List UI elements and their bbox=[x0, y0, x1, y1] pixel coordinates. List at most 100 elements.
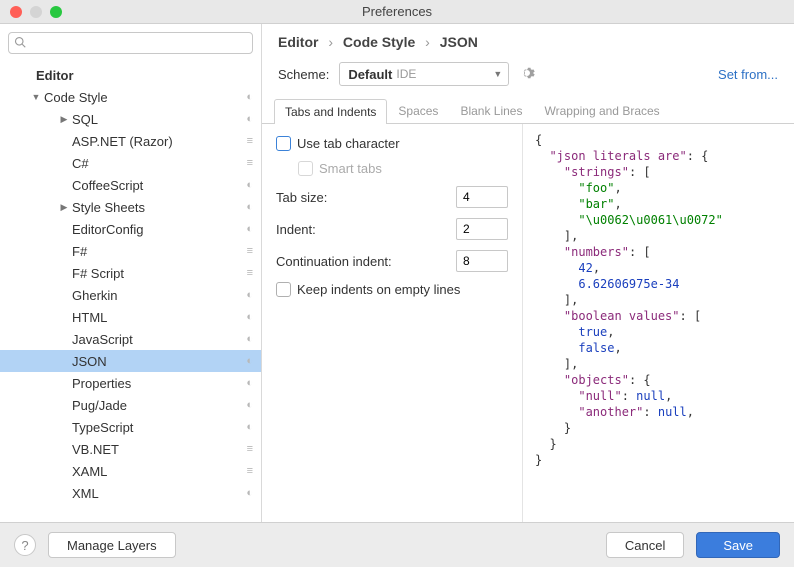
tree-item-label: CoffeeScript bbox=[72, 178, 246, 193]
tree-item[interactable]: ▶JavaScript◐ bbox=[0, 328, 261, 350]
scope-marker-icon: ≡ bbox=[247, 443, 253, 455]
tree-item-label: ASP.NET (Razor) bbox=[72, 134, 247, 149]
tree-item[interactable]: ▶C#≡ bbox=[0, 152, 261, 174]
scheme-select[interactable]: Default IDE ▼ bbox=[339, 62, 509, 86]
tree-item[interactable]: ▶ASP.NET (Razor)≡ bbox=[0, 130, 261, 152]
search-icon bbox=[14, 36, 26, 51]
breadcrumb: Editor › Code Style › JSON bbox=[262, 24, 794, 58]
tree-item[interactable]: ▶Gherkin◐ bbox=[0, 284, 261, 306]
tree-item[interactable]: ▶Pug/Jade◐ bbox=[0, 394, 261, 416]
tab[interactable]: Tabs and Indents bbox=[274, 99, 387, 124]
save-button[interactable]: Save bbox=[696, 532, 780, 558]
scope-marker-icon: ◐ bbox=[246, 223, 253, 235]
tree-item-label: Gherkin bbox=[72, 288, 246, 303]
chevron-right-icon: ▶ bbox=[58, 202, 70, 213]
tab[interactable]: Blank Lines bbox=[449, 98, 533, 123]
chevron-right-icon: ▶ bbox=[58, 114, 70, 125]
chevron-down-icon: ▼ bbox=[30, 92, 42, 102]
tree-item-label: Editor bbox=[36, 68, 253, 83]
smart-tabs-checkbox bbox=[298, 161, 313, 176]
scheme-value: Default bbox=[348, 67, 392, 82]
scope-marker-icon: ◐ bbox=[246, 179, 253, 191]
tab[interactable]: Spaces bbox=[387, 98, 449, 123]
tree-item-label: Style Sheets bbox=[72, 200, 246, 215]
scope-marker-icon: ◐ bbox=[246, 355, 253, 367]
scope-marker-icon: ≡ bbox=[247, 157, 253, 169]
scope-marker-icon: ◐ bbox=[246, 311, 253, 323]
tree-item-label: C# bbox=[72, 156, 247, 171]
continuation-input[interactable] bbox=[456, 250, 508, 272]
tree-item-label: Properties bbox=[72, 376, 246, 391]
code-preview: { "json literals are": { "strings": [ "f… bbox=[522, 124, 794, 522]
scope-marker-icon: ◐ bbox=[246, 113, 253, 125]
chevron-down-icon: ▼ bbox=[493, 69, 502, 79]
tree-item[interactable]: ▶CoffeeScript◐ bbox=[0, 174, 261, 196]
continuation-label: Continuation indent: bbox=[276, 254, 392, 269]
tree-item[interactable]: ▶SQL◐ bbox=[0, 108, 261, 130]
scope-marker-icon: ≡ bbox=[247, 245, 253, 257]
tree-item[interactable]: ▶EditorConfig◐ bbox=[0, 218, 261, 240]
tree-item[interactable]: ▶VB.NET≡ bbox=[0, 438, 261, 460]
scheme-label: Scheme: bbox=[278, 67, 329, 82]
keep-indents-label: Keep indents on empty lines bbox=[297, 282, 460, 297]
tree-item[interactable]: ▶HTML◐ bbox=[0, 306, 261, 328]
tab-size-input[interactable] bbox=[456, 186, 508, 208]
help-button[interactable]: ? bbox=[14, 534, 36, 556]
tree-item-label: F# bbox=[72, 244, 247, 259]
tab[interactable]: Wrapping and Braces bbox=[533, 98, 670, 123]
scope-marker-icon: ◐ bbox=[246, 333, 253, 345]
window-controls bbox=[10, 6, 62, 18]
titlebar: Preferences bbox=[0, 0, 794, 24]
manage-layers-button[interactable]: Manage Layers bbox=[48, 532, 176, 558]
minimize-window-icon[interactable] bbox=[30, 6, 42, 18]
scheme-suffix: IDE bbox=[396, 67, 416, 81]
scope-marker-icon: ◐ bbox=[246, 421, 253, 433]
tree-item[interactable]: ▶Editor bbox=[0, 64, 261, 86]
tree-item[interactable]: ▶TypeScript◐ bbox=[0, 416, 261, 438]
smart-tabs-label: Smart tabs bbox=[319, 161, 382, 176]
gear-icon[interactable] bbox=[519, 65, 535, 84]
indent-input[interactable] bbox=[456, 218, 508, 240]
settings-tree: ▶Editor▼Code Style◐▶SQL◐▶ASP.NET (Razor)… bbox=[0, 62, 261, 522]
tree-item-label: HTML bbox=[72, 310, 246, 325]
tree-item[interactable]: ▶JSON◐ bbox=[0, 350, 261, 372]
tree-item[interactable]: ▶F# Script≡ bbox=[0, 262, 261, 284]
tree-item[interactable]: ▶F#≡ bbox=[0, 240, 261, 262]
scope-marker-icon: ≡ bbox=[247, 135, 253, 147]
footer: ? Manage Layers Cancel Save bbox=[0, 522, 794, 567]
tree-item[interactable]: ▶Style Sheets◐ bbox=[0, 196, 261, 218]
tree-item-label: EditorConfig bbox=[72, 222, 246, 237]
tree-item-label: XAML bbox=[72, 464, 247, 479]
close-window-icon[interactable] bbox=[10, 6, 22, 18]
scope-marker-icon: ◐ bbox=[246, 201, 253, 213]
breadcrumb-leaf: JSON bbox=[440, 34, 478, 50]
scope-marker-icon: ≡ bbox=[247, 267, 253, 279]
main-panel: Editor › Code Style › JSON Scheme: Defau… bbox=[262, 24, 794, 522]
scope-marker-icon: ◐ bbox=[246, 487, 253, 499]
maximize-window-icon[interactable] bbox=[50, 6, 62, 18]
tree-item[interactable]: ▶Properties◐ bbox=[0, 372, 261, 394]
sidebar: ▶Editor▼Code Style◐▶SQL◐▶ASP.NET (Razor)… bbox=[0, 24, 262, 522]
tree-item[interactable]: ▼Code Style◐ bbox=[0, 86, 261, 108]
tree-item[interactable]: ▶XAML≡ bbox=[0, 460, 261, 482]
cancel-button[interactable]: Cancel bbox=[606, 532, 684, 558]
search-input[interactable] bbox=[8, 32, 253, 54]
use-tab-checkbox[interactable] bbox=[276, 136, 291, 151]
keep-indents-checkbox[interactable] bbox=[276, 282, 291, 297]
tree-item-label: TypeScript bbox=[72, 420, 246, 435]
indent-label: Indent: bbox=[276, 222, 316, 237]
breadcrumb-mid[interactable]: Code Style bbox=[343, 34, 415, 50]
tree-item-label: JSON bbox=[72, 354, 246, 369]
scope-marker-icon: ≡ bbox=[247, 465, 253, 477]
breadcrumb-root[interactable]: Editor bbox=[278, 34, 318, 50]
window-title: Preferences bbox=[0, 4, 794, 19]
set-from-link[interactable]: Set from... bbox=[718, 67, 778, 82]
scope-marker-icon: ◐ bbox=[246, 289, 253, 301]
chevron-right-icon: › bbox=[328, 34, 333, 50]
scope-marker-icon: ◐ bbox=[246, 91, 253, 103]
indent-form: Use tab character Smart tabs Tab size: I… bbox=[262, 124, 522, 522]
tree-item-label: F# Script bbox=[72, 266, 247, 281]
use-tab-label: Use tab character bbox=[297, 136, 400, 151]
chevron-right-icon: › bbox=[425, 34, 430, 50]
tree-item[interactable]: ▶XML◐ bbox=[0, 482, 261, 504]
